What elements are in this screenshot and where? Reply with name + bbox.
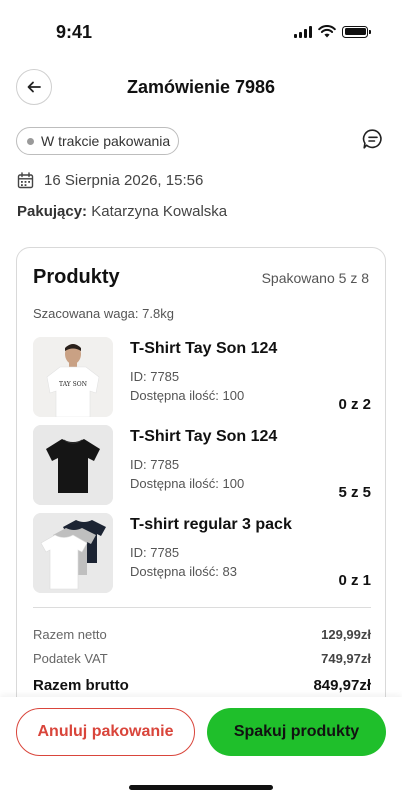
- product-thumbnail: TAY SON: [33, 337, 113, 417]
- product-packed-quantity: 5 z 5: [338, 484, 371, 501]
- product-packed-quantity: 0 z 2: [338, 396, 371, 413]
- product-name: T-Shirt Tay Son 124: [130, 428, 278, 445]
- product-name: T-shirt regular 3 pack: [130, 516, 292, 533]
- estimated-weight: Szacowana waga: 7.8kg: [33, 306, 174, 321]
- net-total-label: Razem netto: [33, 627, 107, 642]
- divider: [33, 607, 371, 608]
- product-stock: Dostępna ilość: 100: [130, 388, 245, 403]
- product-id: ID: 7785: [130, 545, 180, 560]
- cancel-packing-button[interactable]: Anuluj pakowanie: [16, 708, 195, 756]
- packer-name: Katarzyna Kowalska: [91, 203, 228, 220]
- black-tshirt-image: [33, 425, 113, 505]
- tshirt-print-logo: TAY SON: [59, 381, 87, 388]
- status-time: 9:41: [56, 22, 93, 42]
- gross-total-row: Razem brutto 849,97zł: [33, 677, 371, 694]
- white-tshirt-model-image: TAY SON: [33, 337, 113, 417]
- product-name: T-Shirt Tay Son 124: [130, 340, 278, 357]
- status-bar: 9:41: [0, 0, 402, 62]
- pack-products-button[interactable]: Spakuj produkty: [207, 708, 386, 756]
- product-item[interactable]: T-Shirt Tay Son 124 ID: 7785 Dostępna il…: [33, 425, 371, 505]
- product-thumbnail: [33, 513, 113, 593]
- cellular-signal-icon: [294, 25, 312, 38]
- bottom-action-bar: Anuluj pakowanie Spakuj produkty: [0, 697, 402, 798]
- order-date-row: 16 Sierpnia 2026, 15:56: [17, 172, 203, 189]
- product-stock: Dostępna ilość: 100: [130, 476, 245, 491]
- product-packed-quantity: 0 z 1: [338, 572, 371, 589]
- net-total-row: Razem netto 129,99zł: [33, 627, 371, 642]
- gross-total-value: 849,97zł: [313, 677, 371, 694]
- battery-icon: [342, 25, 371, 38]
- product-id: ID: 7785: [130, 457, 180, 472]
- packer-row: Pakujący: Katarzyna Kowalska: [17, 203, 227, 220]
- wifi-icon: [318, 25, 336, 38]
- product-id: ID: 7785: [130, 369, 180, 384]
- product-item[interactable]: TAY SON T-Shirt Tay Son 124 ID: 7785 Dos…: [33, 337, 371, 417]
- gross-total-label: Razem brutto: [33, 677, 129, 694]
- product-item[interactable]: T-shirt regular 3 pack ID: 7785 Dostępna…: [33, 513, 371, 593]
- packer-label: Pakujący:: [17, 203, 88, 220]
- status-icons: [294, 25, 371, 38]
- packed-summary: Spakowano 5 z 8: [261, 270, 369, 286]
- order-date: 16 Sierpnia 2026, 15:56: [44, 172, 204, 189]
- tshirt-3-pack-image: [33, 513, 113, 593]
- vat-row: Podatek VAT 749,97zł: [33, 651, 371, 666]
- products-title: Produkty: [33, 266, 120, 288]
- calendar-icon: [17, 172, 34, 189]
- chat-bubble-icon[interactable]: [362, 128, 384, 150]
- product-stock: Dostępna ilość: 83: [130, 564, 237, 579]
- product-thumbnail: [33, 425, 113, 505]
- status-badge: W trakcie pakowania: [16, 127, 180, 155]
- status-dot: [27, 137, 34, 145]
- page-title: Zamówienie 7986: [126, 77, 276, 97]
- vat-label: Podatek VAT: [33, 651, 108, 666]
- vat-value: 749,97zł: [321, 651, 371, 666]
- products-card: Produkty Spakowano 5 z 8 Szacowana waga:…: [16, 247, 386, 767]
- net-total-value: 129,99zł: [321, 627, 371, 642]
- status-badge-label: W trakcie pakowania: [41, 133, 171, 149]
- home-indicator[interactable]: [129, 785, 273, 790]
